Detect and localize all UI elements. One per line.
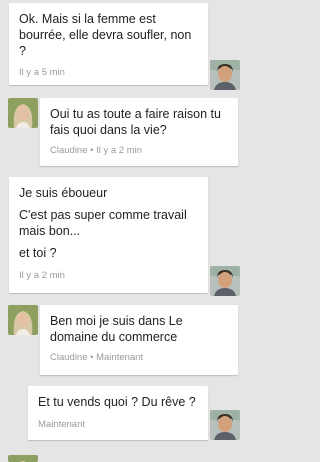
claudine-avatar[interactable] xyxy=(8,455,38,462)
woman-avatar-icon xyxy=(8,305,38,335)
message-text: Et tu vends quoi ? Du rêve ? xyxy=(38,395,196,409)
message-timestamp: Il y a 5 min xyxy=(19,67,65,78)
message-bubble-incoming: Ben moi je suis dans Le domaine du comme… xyxy=(40,305,238,375)
message-text: Je suis éboueur xyxy=(19,186,108,200)
claudine-avatar[interactable] xyxy=(8,305,38,335)
message-meta: Claudine • Il y a 2 min xyxy=(50,145,143,156)
man-avatar-icon xyxy=(210,60,240,90)
message-text: C'est pas super comme travail mais bon..… xyxy=(19,208,187,238)
message-text: Ben moi je suis dans Le domaine du comme… xyxy=(50,314,183,344)
message-text: Oui tu as toute a faire raison tu fais q… xyxy=(50,107,221,137)
man-avatar-icon xyxy=(210,266,240,296)
message-bubble-outgoing: Je suis éboueur C'est pas super comme tr… xyxy=(9,177,208,293)
man-avatar-icon xyxy=(210,410,240,440)
message-timestamp: Il y a 2 min xyxy=(19,270,65,281)
message-text: Ok. Mais si la femme est bourrée, elle d… xyxy=(19,12,192,58)
claudine-avatar[interactable] xyxy=(8,98,38,128)
message-text: et toi ? xyxy=(19,246,57,260)
message-timestamp: Maintenant xyxy=(38,419,86,430)
woman-avatar-icon xyxy=(8,455,38,462)
my-avatar[interactable] xyxy=(210,60,240,90)
message-meta: Claudine • Maintenant xyxy=(50,352,144,363)
message-bubble-incoming: Oui tu as toute a faire raison tu fais q… xyxy=(40,98,238,166)
message-bubble-outgoing: Ok. Mais si la femme est bourrée, elle d… xyxy=(9,3,208,85)
message-bubble-outgoing: Et tu vends quoi ? Du rêve ? Maintenant xyxy=(28,386,208,440)
my-avatar[interactable] xyxy=(210,266,240,296)
my-avatar[interactable] xyxy=(210,410,240,440)
woman-avatar-icon xyxy=(8,98,38,128)
